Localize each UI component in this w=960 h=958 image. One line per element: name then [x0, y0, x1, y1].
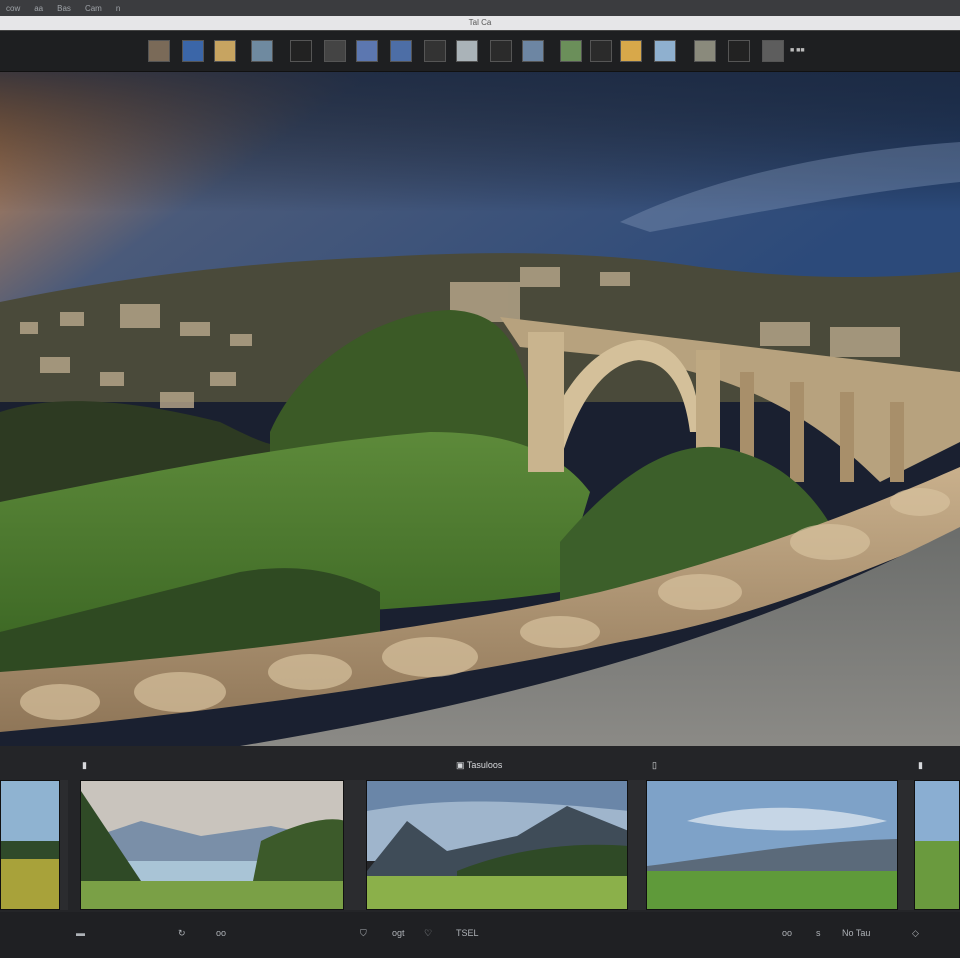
filmstrip-thumbnail[interactable] [590, 40, 612, 62]
filmstrip-thumbnail[interactable] [424, 40, 446, 62]
photo-card-field-left[interactable] [0, 780, 60, 910]
menu-item-2[interactable]: aa [34, 4, 43, 13]
filmstrip-thumbnail[interactable] [694, 40, 716, 62]
photo-card-sunny-field[interactable] [646, 780, 898, 910]
toolbar-left-label[interactable]: oo [216, 928, 226, 938]
card-divider [60, 780, 68, 910]
bottom-toolbar: ▬ ↻ oo ⛉ ogt ♡ TSEL oo s No Tau ◇ [0, 912, 960, 958]
panel-title: ▣ Tasuloos [456, 760, 503, 770]
card-divider [898, 780, 914, 910]
filmstrip-count: ■ ■■ [790, 47, 805, 54]
sunny-field-photo [647, 781, 897, 909]
photo-card-mountain-meadow[interactable] [366, 780, 628, 910]
filmstrip-thumbnail[interactable] [728, 40, 750, 62]
bridge-landscape-photo [0, 72, 960, 746]
menu-item-4[interactable]: Cam [85, 4, 102, 13]
lake-valley-photo [81, 781, 343, 909]
edge-field-photo [915, 781, 959, 909]
filmstrip-thumbnail[interactable] [522, 40, 544, 62]
filmstrip-thumbnail[interactable] [214, 40, 236, 62]
window-title: Tal Ca [468, 18, 492, 27]
menu-bar: cow aa Bas Cam n [0, 0, 960, 16]
heart-icon[interactable]: ♡ [424, 928, 432, 939]
menu-item-5[interactable]: n [116, 4, 120, 13]
filmstrip-thumbnail[interactable] [356, 40, 378, 62]
filmstrip: ■ ■■ [0, 30, 960, 72]
filmstrip-thumbnail[interactable] [456, 40, 478, 62]
filmstrip-thumbnail[interactable] [762, 40, 784, 62]
toolbar-right-label-1[interactable]: oo [782, 928, 792, 938]
toolbar-mid-label-1[interactable]: ogt [392, 928, 405, 938]
filmstrip-thumbnail[interactable] [290, 40, 312, 62]
rotate-icon[interactable]: ↻ [178, 928, 186, 939]
window-title-bar: Tal Ca [0, 16, 960, 30]
panel-small-icon-left[interactable]: ▮ [82, 760, 87, 771]
toolbar-right-label-3[interactable]: No Tau [842, 928, 870, 938]
toolbar-right-label-2[interactable]: s [816, 928, 821, 938]
field-photo [1, 781, 59, 909]
filmstrip-thumbnail[interactable] [490, 40, 512, 62]
photo-card-lake-valley[interactable] [80, 780, 344, 910]
main-photo-viewer[interactable] [0, 72, 960, 746]
menu-item-3[interactable]: Bas [57, 4, 71, 13]
browser-panel: ▮ ▣ Tasuloos ▯ ▮ ▬ ↻ oo ⛉ ogt ♡ TSEL oo … [0, 746, 960, 958]
filmstrip-thumbnail[interactable] [251, 40, 273, 62]
card-divider [344, 780, 366, 910]
filmstrip-thumbnail[interactable] [324, 40, 346, 62]
shield-outline-icon[interactable]: ◇ [912, 928, 919, 939]
filmstrip-thumbnail[interactable] [182, 40, 204, 62]
shield-icon[interactable]: ⛉ [360, 928, 367, 939]
card-divider [628, 780, 646, 910]
menu-item-1[interactable]: cow [6, 4, 20, 13]
filmstrip-thumbnail[interactable] [654, 40, 676, 62]
folder-icon: ▣ [456, 760, 465, 770]
list-view-icon[interactable]: ▬ [76, 928, 85, 938]
filmstrip-thumbnail[interactable] [560, 40, 582, 62]
photo-card-edge-field[interactable] [914, 780, 960, 910]
filmstrip-thumbnail[interactable] [148, 40, 170, 62]
filmstrip-thumbnail[interactable] [620, 40, 642, 62]
mountain-meadow-photo [367, 781, 627, 909]
filmstrip-thumbnail[interactable] [390, 40, 412, 62]
panel-small-icon-right[interactable]: ▮ [918, 760, 923, 771]
toolbar-mid-label-2[interactable]: TSEL [456, 928, 479, 938]
panel-small-icon-mid[interactable]: ▯ [652, 760, 657, 771]
